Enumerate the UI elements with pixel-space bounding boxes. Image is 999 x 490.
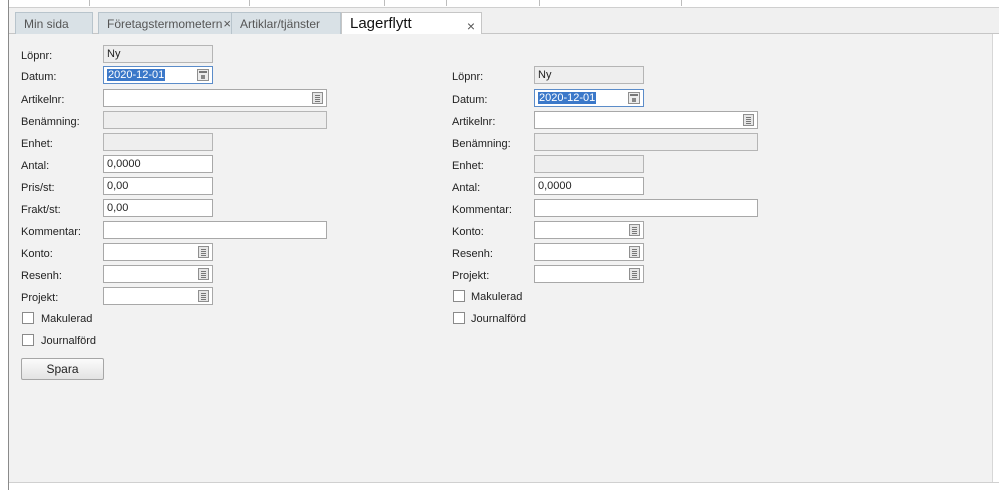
label-kommentar-right: Kommentar: [452,204,512,216]
tab-label: Artiklar/tjänster [240,17,321,31]
label-kommentar: Kommentar: [21,226,81,238]
lopnr-field-right: Ny [534,66,644,84]
label-datum: Datum: [21,71,57,83]
label-artikelnr: Artikelnr: [21,94,65,106]
benamning-field [103,111,327,129]
lookup-icon[interactable] [629,246,640,258]
tab-label: Företagstermometern [107,17,223,31]
antal-input[interactable]: 0,0000 [103,155,213,173]
pris-input[interactable]: 0,00 [103,177,213,195]
projekt-input[interactable] [103,287,213,305]
datum-input[interactable]: 2020-12-01 [103,66,213,84]
resenh-input[interactable] [103,265,213,283]
kommentar-input-right[interactable] [534,199,758,217]
label-resenh-right: Resenh: [452,248,493,260]
lookup-icon[interactable] [743,114,754,126]
antal-input-right[interactable]: 0,0000 [534,177,644,195]
makulerad-checkbox[interactable] [22,312,34,324]
tab-min-sida[interactable]: Min sida [15,12,93,34]
enhet-field [103,133,213,151]
label-benamning: Benämning: [21,116,80,128]
resenh-input-right[interactable] [534,243,644,261]
label-benamning-right: Benämning: [452,138,511,150]
label-resenh: Resenh: [21,270,62,282]
artikelnr-input-right[interactable] [534,111,758,129]
close-icon[interactable]: × [467,18,475,34]
label-lopnr-right: Löpnr: [452,71,484,83]
label-enhet: Enhet: [21,138,53,150]
journalford-checkbox[interactable] [22,334,34,346]
tab-label: Lagerflytt [350,15,412,32]
label-projekt: Projekt: [21,292,59,304]
label-makulerad-right: Makulerad [471,291,523,303]
save-button[interactable]: Spara [21,358,104,380]
enhet-field-right [534,155,644,173]
label-lopnr: Löpnr: [21,50,53,62]
form-area: Löpnr: Ny Datum: 2020-12-01 Artikelnr: B… [9,34,999,482]
calendar-icon[interactable] [197,69,209,81]
bottom-strip [9,482,999,490]
label-makulerad: Makulerad [41,313,93,325]
label-frakt: Frakt/st: [21,204,61,216]
close-icon[interactable]: × [223,16,231,31]
konto-input-right[interactable] [534,221,644,239]
frakt-input[interactable]: 0,00 [103,199,213,217]
label-antal-right: Antal: [452,182,481,194]
tab-bar: Min sida Företagstermometern × Artiklar/… [9,8,999,36]
lopnr-field: Ny [103,45,213,63]
top-strip [9,0,999,8]
window-left-edge [0,0,9,490]
label-journalford: Journalförd [41,335,97,347]
tab-lagerflytt[interactable]: Lagerflytt × [341,12,482,36]
lookup-icon[interactable] [198,268,209,280]
projekt-input-right[interactable] [534,265,644,283]
label-datum-right: Datum: [452,94,488,106]
makulerad-checkbox-right[interactable] [453,290,465,302]
label-journalford-right: Journalförd [471,313,527,325]
lookup-icon[interactable] [629,224,640,236]
konto-input[interactable] [103,243,213,261]
label-pris: Pris/st: [21,182,55,194]
lookup-icon[interactable] [198,246,209,258]
label-konto: Konto: [21,248,53,260]
kommentar-input[interactable] [103,221,327,239]
label-artikelnr-right: Artikelnr: [452,116,496,128]
label-antal: Antal: [21,160,50,172]
datum-input-right[interactable]: 2020-12-01 [534,89,644,107]
artikelnr-input[interactable] [103,89,327,107]
journalford-checkbox-right[interactable] [453,312,465,324]
calendar-icon[interactable] [628,92,640,104]
lookup-icon[interactable] [629,268,640,280]
label-enhet-right: Enhet: [452,160,484,172]
benamning-field-right [534,133,758,151]
tab-artiklar-tjanster[interactable]: Artiklar/tjänster [231,12,341,34]
scrollbar-track[interactable] [992,34,999,482]
tab-foretagstermometern[interactable]: Företagstermometern × [98,12,238,34]
label-konto-right: Konto: [452,226,484,238]
tab-label: Min sida [24,17,69,31]
lookup-icon[interactable] [312,92,323,104]
lookup-icon[interactable] [198,290,209,302]
label-projekt-right: Projekt: [452,270,490,282]
